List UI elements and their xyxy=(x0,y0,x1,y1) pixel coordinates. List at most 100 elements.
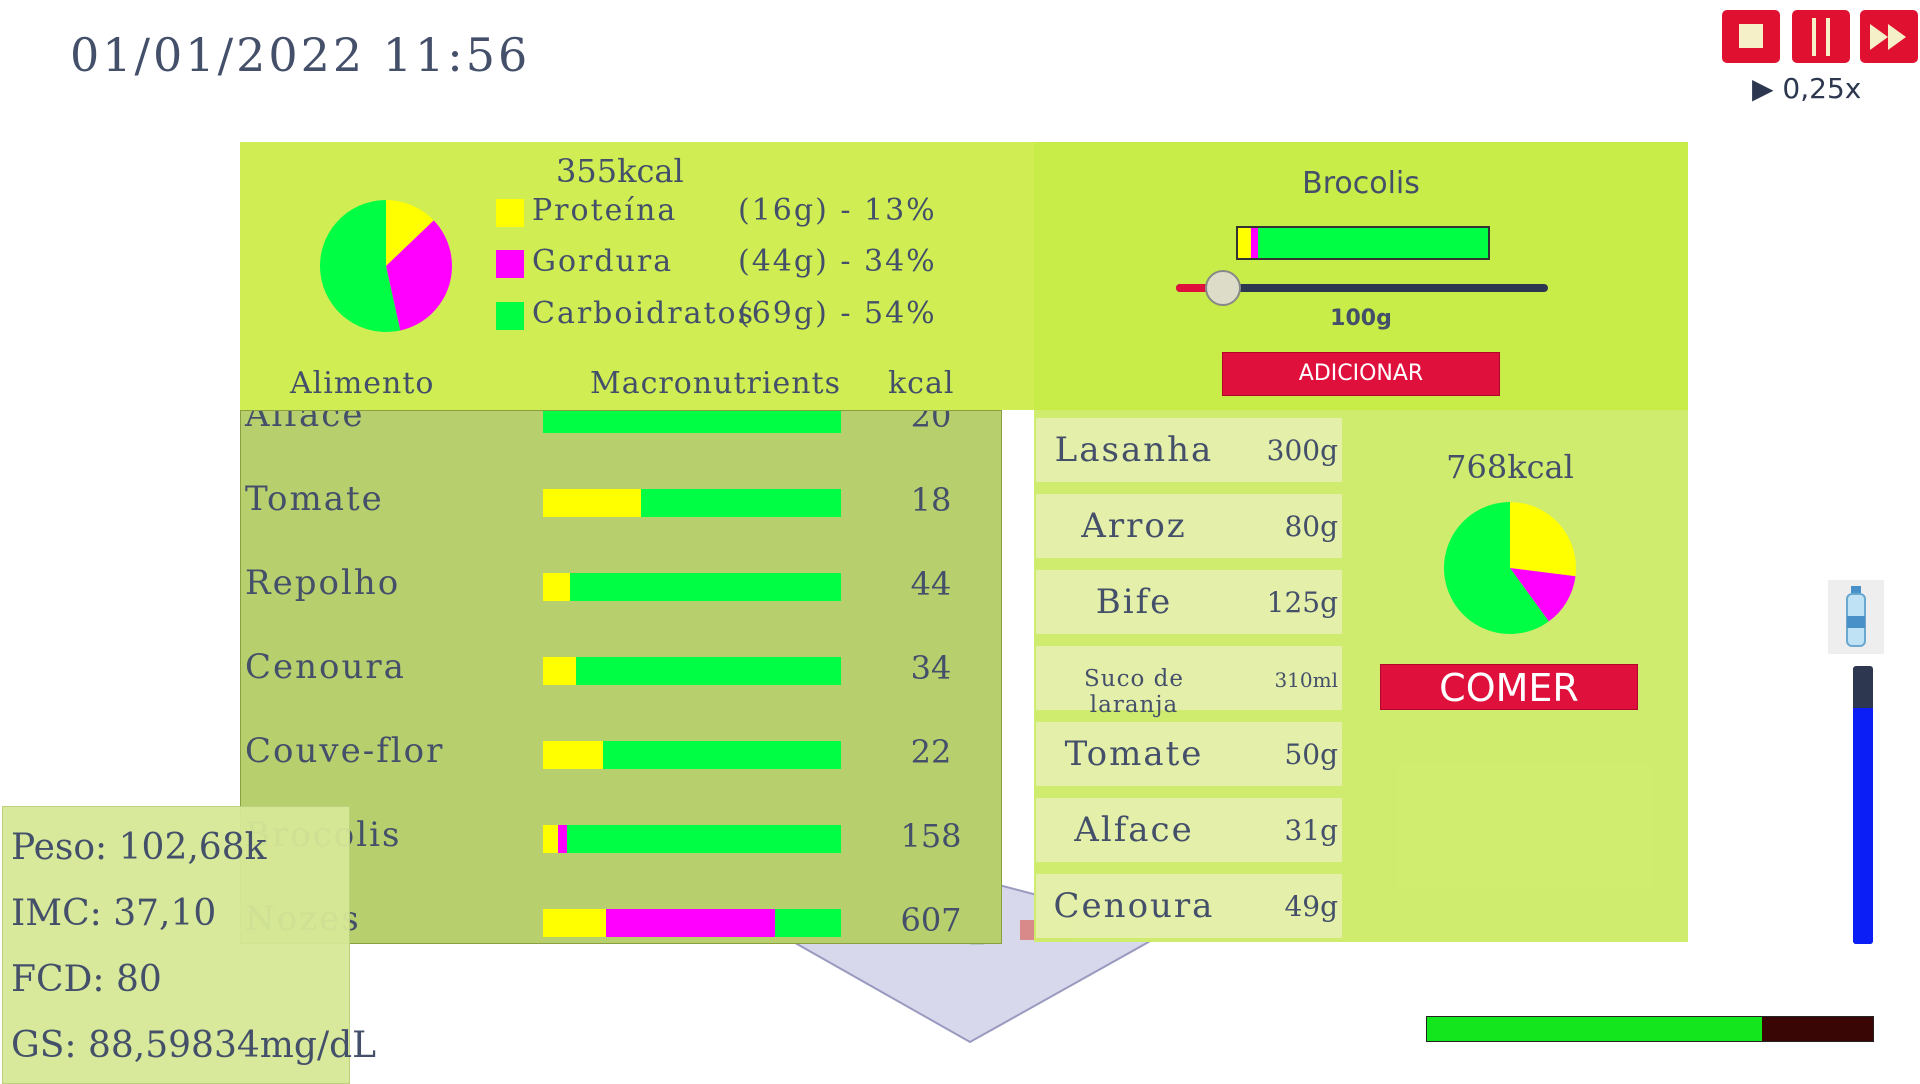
stat-fcd: FCD: 80 xyxy=(11,959,162,1000)
meal-item[interactable]: Cenoura 49g xyxy=(1036,874,1342,938)
stat-glucose: GS: 88,59834mg/dL xyxy=(11,1025,377,1066)
meal-item[interactable]: Suco de laranja 310ml xyxy=(1036,646,1342,718)
stat-weight: Peso: 102,68k xyxy=(11,827,267,868)
carb-segment xyxy=(602,741,841,769)
food-kcal: 22 xyxy=(910,733,952,771)
speed-indicator: ▶ 0,25x xyxy=(1752,72,1862,105)
legend-carb-label: Carboidratos xyxy=(532,296,755,331)
amount-label: 100g xyxy=(1330,306,1392,331)
meal-item-name: Alface xyxy=(1074,810,1194,850)
food-kcal: 607 xyxy=(900,901,962,939)
legend-fat-label: Gordura xyxy=(532,244,674,279)
food-row[interactable]: Tomate 18 xyxy=(241,463,1001,547)
selected-protein-segment xyxy=(1238,228,1251,258)
meal-item-name: Arroz xyxy=(1081,506,1187,546)
energy-bar-fill xyxy=(1427,1017,1762,1041)
summary-kcal: 355kcal xyxy=(556,152,684,190)
stop-button[interactable] xyxy=(1722,10,1780,63)
stat-bmi: IMC: 37,10 xyxy=(11,893,217,934)
food-macro-bar xyxy=(543,573,841,601)
carb-segment xyxy=(641,489,841,517)
meal-item[interactable]: Alface 31g xyxy=(1036,798,1342,862)
meal-item[interactable]: Tomate 50g xyxy=(1036,722,1342,786)
food-name: Couve-flor xyxy=(245,731,445,771)
meal-item-qty: 31g xyxy=(1284,814,1338,847)
protein-segment xyxy=(543,909,606,937)
player-stats: Peso: 102,68k IMC: 37,10 FCD: 80 GS: 88,… xyxy=(2,806,376,1084)
fat-segment xyxy=(557,825,567,853)
protein-segment xyxy=(543,573,570,601)
fast-forward-icon xyxy=(1870,24,1906,50)
protein-segment xyxy=(543,657,576,685)
pause-icon xyxy=(1812,18,1816,56)
selected-fat-segment xyxy=(1250,228,1258,258)
pie-slice-proteína xyxy=(1510,502,1576,577)
amount-slider-handle[interactable] xyxy=(1204,270,1241,306)
food-macro-bar xyxy=(543,411,841,433)
carb-segment xyxy=(575,657,841,685)
eat-button[interactable]: COMER xyxy=(1380,664,1638,710)
food-macro-bar xyxy=(543,909,841,937)
meal-item-name: Suco de laranja xyxy=(1084,666,1184,718)
add-button[interactable]: ADICIONAR xyxy=(1222,352,1500,396)
meal-item-qty: 49g xyxy=(1284,890,1338,923)
food-macro-bar xyxy=(543,657,841,685)
meal-item-name: Bife xyxy=(1095,582,1173,622)
fast-forward-button[interactable] xyxy=(1860,10,1918,63)
legend-protein-value: (16g) - 13% xyxy=(738,193,937,228)
energy-bar xyxy=(1426,1016,1874,1042)
food-row[interactable]: Alface 20 xyxy=(241,411,1001,463)
selected-food-name: Brocolis xyxy=(1302,166,1420,201)
summary-macro-pie xyxy=(320,200,452,332)
water-bottle-icon xyxy=(1846,586,1866,647)
food-name: Cenoura xyxy=(245,647,406,687)
carb-segment xyxy=(775,909,841,937)
amount-slider[interactable] xyxy=(1176,270,1548,306)
meal-kcal: 768kcal xyxy=(1446,448,1574,486)
meal-item-qty: 50g xyxy=(1284,738,1338,771)
food-kcal: 34 xyxy=(910,649,952,687)
game-clock: 01/01/2022 11:56 xyxy=(70,28,531,82)
food-list[interactable]: Alface 20 Tomate 18 Repolho 44 Cenoura 34 Couve-… xyxy=(240,410,1002,944)
legend-carb-swatch xyxy=(496,302,524,330)
meal-item[interactable]: Bife 125g xyxy=(1036,570,1342,634)
meal-item-qty: 310ml xyxy=(1274,668,1338,692)
pause-button[interactable] xyxy=(1792,10,1850,63)
legend-carb-value: (69g) - 54% xyxy=(738,296,937,331)
food-row[interactable]: Nozes607 xyxy=(241,883,1001,943)
meal-item-qty: 80g xyxy=(1284,510,1338,543)
food-row[interactable]: Repolho 44 xyxy=(241,547,1001,631)
meal-item-qty: 125g xyxy=(1266,586,1338,619)
meal-item-name: Lasanha xyxy=(1054,430,1214,470)
legend-fat-value: (44g) - 34% xyxy=(738,244,937,279)
protein-segment xyxy=(543,489,642,517)
selected-food-macro-bar xyxy=(1236,226,1490,260)
food-kcal: 44 xyxy=(910,565,952,603)
protein-segment xyxy=(543,825,558,853)
food-macro-bar xyxy=(543,825,841,853)
meal-item-qty: 300g xyxy=(1266,434,1338,467)
protein-segment xyxy=(543,741,603,769)
food-row[interactable]: Cenoura 34 xyxy=(241,631,1001,715)
carb-segment xyxy=(543,411,841,433)
food-row[interactable]: Couve-flor 22 xyxy=(241,715,1001,799)
header-macronutrients: Macronutrients xyxy=(590,366,841,401)
food-name: Repolho xyxy=(245,563,401,603)
meal-item-name: Cenoura xyxy=(1053,886,1215,926)
food-name: Tomate xyxy=(245,479,384,519)
meal-item[interactable]: Arroz 80g xyxy=(1036,494,1342,558)
stop-icon xyxy=(1739,24,1763,48)
water-bottle-button[interactable] xyxy=(1828,580,1884,654)
legend-protein-label: Proteína xyxy=(532,193,678,228)
legend-fat-swatch xyxy=(496,250,524,278)
meal-item[interactable]: Lasanha 300g xyxy=(1036,418,1342,482)
selected-carb-segment xyxy=(1258,228,1488,258)
pause-icon-bar xyxy=(1826,18,1830,56)
food-kcal: 18 xyxy=(910,481,952,519)
carb-segment xyxy=(569,573,841,601)
meal-item-name: Tomate xyxy=(1064,734,1204,774)
water-level-fill xyxy=(1853,707,1873,944)
legend-protein-swatch xyxy=(496,199,524,227)
food-row[interactable]: Brocolis158 xyxy=(241,799,1001,883)
header-food: Alimento xyxy=(290,366,435,401)
